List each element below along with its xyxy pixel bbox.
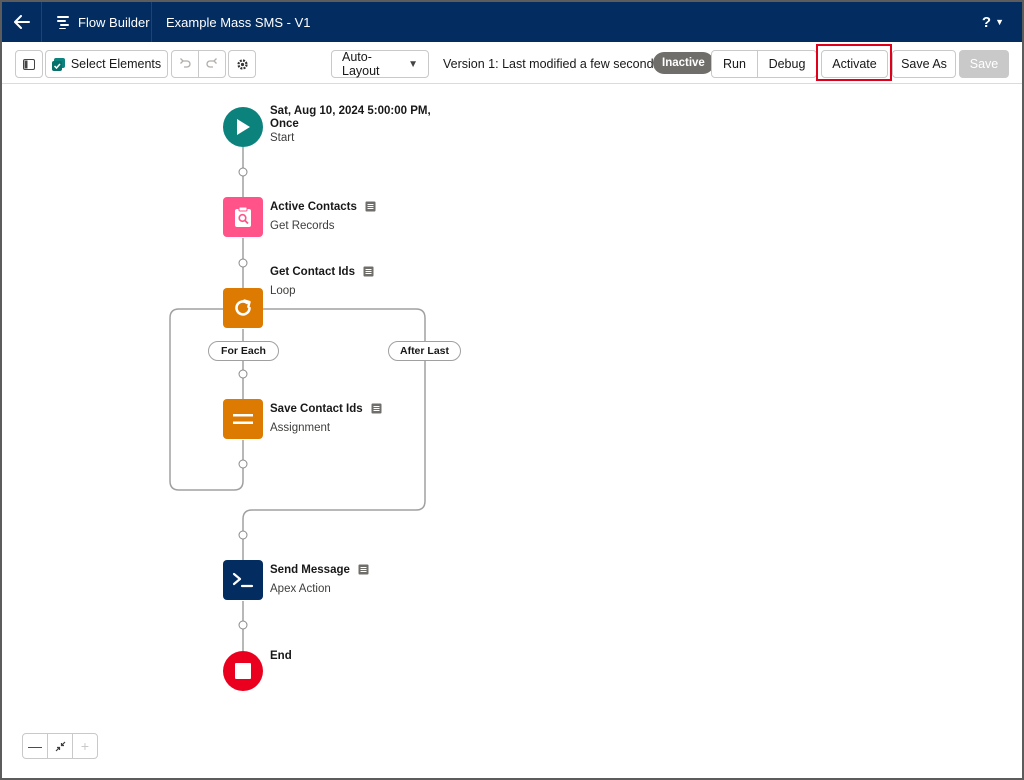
redo-icon bbox=[206, 58, 217, 68]
top-bar: Flow Builder Example Mass SMS - V1 ? ▼ bbox=[2, 2, 1022, 42]
zoom-controls: — + bbox=[22, 733, 98, 759]
toggle-panel-button[interactable] bbox=[15, 50, 43, 78]
status-badge: Inactive bbox=[653, 52, 714, 74]
run-button[interactable]: Run bbox=[711, 50, 758, 78]
apex-icon bbox=[232, 572, 254, 588]
loop-node-title[interactable]: Get Contact Ids bbox=[270, 266, 374, 279]
fit-view-button[interactable] bbox=[47, 733, 73, 759]
zoom-in-button[interactable]: + bbox=[72, 733, 98, 759]
start-node-icon[interactable] bbox=[223, 107, 263, 147]
loop-node-icon[interactable] bbox=[223, 288, 263, 328]
fit-icon bbox=[55, 741, 65, 751]
caret-down-icon: ▼ bbox=[995, 17, 1004, 27]
gear-icon bbox=[236, 58, 248, 70]
assignment-node-type: Assignment bbox=[270, 422, 331, 434]
connector-lines bbox=[169, 147, 426, 651]
play-icon bbox=[237, 119, 250, 135]
end-node-title: End bbox=[270, 650, 292, 662]
select-elements-button[interactable]: Select Elements bbox=[45, 50, 168, 78]
after-last-label: After Last bbox=[388, 341, 461, 361]
flow-icon bbox=[57, 16, 69, 29]
flow-name: Example Mass SMS - V1 bbox=[166, 14, 311, 30]
save-button[interactable]: Save bbox=[959, 50, 1009, 78]
version-info: Version 1: Last modified a few seconds a… bbox=[443, 57, 685, 71]
end-node-icon[interactable] bbox=[223, 651, 263, 691]
refresh-icon bbox=[235, 299, 251, 316]
toolbar: Select Elements Auto-Layout ▼ Version 1:… bbox=[2, 42, 1022, 84]
description-icon bbox=[363, 266, 374, 277]
layout-mode-value: Auto-Layout bbox=[342, 50, 380, 78]
debug-button[interactable]: Debug bbox=[757, 50, 817, 78]
redo-button[interactable] bbox=[198, 50, 226, 78]
get-records-node-type: Get Records bbox=[270, 220, 335, 232]
description-icon bbox=[371, 403, 382, 414]
stop-icon bbox=[235, 663, 251, 679]
for-each-label: For Each bbox=[208, 341, 279, 361]
description-icon bbox=[358, 564, 369, 575]
equals-icon bbox=[233, 414, 253, 424]
action-node-type: Apex Action bbox=[270, 583, 331, 595]
back-button[interactable] bbox=[2, 2, 42, 42]
loop-title-text: Get Contact Ids bbox=[270, 266, 355, 278]
action-node-icon[interactable] bbox=[223, 560, 263, 600]
flow-canvas[interactable]: Sat, Aug 10, 2024 5:00:00 PM, Once Start… bbox=[2, 85, 1022, 778]
get-records-title-text: Active Contacts bbox=[270, 201, 357, 213]
zoom-out-button[interactable]: — bbox=[22, 733, 48, 759]
assignment-node-icon[interactable] bbox=[223, 399, 263, 439]
description-icon bbox=[365, 201, 376, 212]
app-brand: Flow Builder bbox=[42, 2, 152, 42]
clipboard-search-icon bbox=[235, 206, 251, 227]
assignment-title-text: Save Contact Ids bbox=[270, 403, 363, 415]
assignment-node-title[interactable]: Save Contact Ids bbox=[270, 403, 382, 416]
undo-icon bbox=[180, 58, 191, 68]
chevron-down-icon: ▼ bbox=[408, 58, 418, 70]
help-menu[interactable]: ? ▼ bbox=[982, 2, 1004, 42]
action-node-title[interactable]: Send Message bbox=[270, 564, 369, 577]
layout-mode-select[interactable]: Auto-Layout ▼ bbox=[331, 50, 429, 78]
settings-button[interactable] bbox=[228, 50, 256, 78]
undo-button[interactable] bbox=[171, 50, 199, 78]
help-label: ? bbox=[981, 13, 992, 31]
arrow-left-icon bbox=[13, 15, 30, 29]
start-node-type: Start bbox=[270, 132, 295, 144]
save-as-button[interactable]: Save As bbox=[892, 50, 956, 78]
start-node-title-line2: Once bbox=[270, 118, 299, 130]
start-node-title-line1: Sat, Aug 10, 2024 5:00:00 PM, bbox=[270, 105, 431, 117]
panel-icon bbox=[23, 58, 35, 70]
action-title-text: Send Message bbox=[270, 564, 350, 576]
select-elements-label: Select Elements bbox=[70, 57, 162, 71]
loop-node-type: Loop bbox=[270, 285, 296, 297]
activate-button[interactable]: Activate bbox=[821, 50, 888, 78]
start-node-title[interactable]: Sat, Aug 10, 2024 5:00:00 PM, Once bbox=[270, 105, 431, 131]
app-name: Flow Builder bbox=[78, 14, 150, 30]
get-records-node-title[interactable]: Active Contacts bbox=[270, 201, 376, 214]
get-records-node-icon[interactable] bbox=[223, 197, 263, 237]
select-checkbox-icon bbox=[51, 57, 65, 71]
